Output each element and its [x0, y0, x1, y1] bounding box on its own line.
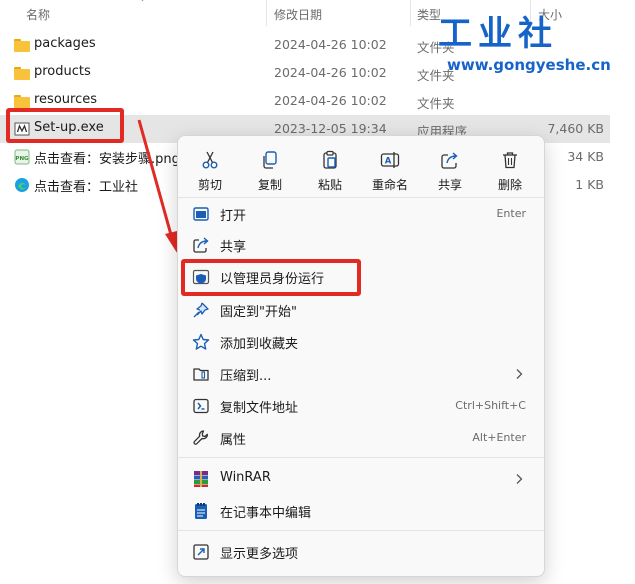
column-divider[interactable]	[410, 0, 411, 26]
menu-item-label: 固定到"开始"	[220, 305, 297, 320]
menu-item-shortcut: Alt+Enter	[472, 431, 526, 444]
rename-label: 重命名	[371, 178, 408, 192]
file-name: resources	[34, 92, 98, 107]
file-date: 2023-12-05 19:34	[274, 121, 387, 136]
copy-label: 复制	[257, 178, 282, 192]
svg-text:PNG: PNG	[15, 156, 29, 162]
menu-item-shortcut: Enter	[496, 207, 526, 220]
menu-item-label: 在记事本中编辑	[220, 506, 312, 521]
menu-item-label: 共享	[220, 240, 247, 255]
cut-label: 剪切	[197, 178, 222, 192]
cut-button[interactable]: 剪切	[186, 146, 234, 198]
folder-icon	[14, 37, 30, 53]
share-icon	[441, 152, 458, 169]
svg-text:A: A	[385, 157, 392, 167]
menu-divider	[178, 457, 544, 458]
menu-item-copy-path[interactable]: 复制文件地址 Ctrl+Shift+C	[182, 390, 540, 422]
highlight-box-setup	[6, 108, 124, 143]
menu-item-edit-notepad[interactable]: 在记事本中编辑	[182, 495, 540, 527]
zip-folder-icon	[193, 368, 209, 381]
chevron-right-icon	[516, 474, 523, 484]
file-name: 点击查看：工业社	[34, 180, 139, 195]
menu-item-label: 添加到收藏夹	[220, 337, 299, 352]
file-size: 34 KB	[567, 149, 604, 164]
trash-icon	[503, 152, 517, 169]
watermark-url: www.gongyeshe.cn	[447, 56, 611, 74]
copy-icon	[263, 151, 277, 169]
menu-item-label: 属性	[220, 433, 247, 448]
column-date-header[interactable]: 修改日期	[274, 6, 322, 23]
file-date: 2024-04-26 10:02	[274, 37, 387, 52]
file-name: packages	[34, 36, 96, 51]
more-options-icon	[193, 544, 209, 560]
menu-item-share[interactable]: 共享	[182, 229, 540, 261]
pin-icon	[193, 302, 209, 318]
menu-item-label: 打开	[220, 209, 247, 224]
menu-item-show-more-options[interactable]: 显示更多选项	[182, 536, 540, 568]
delete-label: 删除	[497, 178, 522, 192]
notepad-icon	[195, 503, 207, 519]
file-size: 1 KB	[575, 177, 604, 192]
folder-icon	[14, 93, 30, 109]
paste-icon	[323, 150, 337, 169]
open-window-icon	[193, 207, 209, 221]
menu-item-winrar[interactable]: WinRAR	[182, 463, 540, 495]
menu-divider	[178, 530, 544, 531]
menu-item-compress-to[interactable]: 压缩到...	[182, 358, 540, 390]
share-label: 共享	[437, 178, 462, 192]
menu-item-open[interactable]: 打开 Enter	[182, 198, 540, 230]
file-date: 2024-04-26 10:02	[274, 93, 387, 108]
edge-url-icon	[14, 177, 30, 193]
menu-item-add-favorites[interactable]: 添加到收藏夹	[182, 326, 540, 358]
menu-item-label: 复制文件地址	[220, 401, 299, 416]
rename-icon: A	[380, 152, 400, 168]
paste-label: 粘贴	[317, 178, 342, 192]
delete-button[interactable]: 删除	[486, 146, 534, 198]
column-name-header[interactable]: 名称	[26, 6, 50, 23]
file-type: 文件夹	[417, 96, 455, 111]
paste-button[interactable]: 粘贴	[306, 146, 354, 198]
copy-path-icon	[193, 398, 209, 414]
share-icon	[193, 237, 209, 253]
file-date: 2024-04-26 10:02	[274, 65, 387, 80]
menu-item-shortcut: Ctrl+Shift+C	[455, 399, 526, 412]
column-divider[interactable]	[266, 0, 267, 26]
file-name: products	[34, 64, 91, 79]
highlight-box-run-as-admin	[181, 259, 361, 296]
folder-icon	[14, 65, 30, 81]
file-size: 7,460 KB	[547, 121, 604, 136]
menu-item-label: WinRAR	[220, 470, 271, 485]
context-menu: 剪切 复制 粘贴 A 重命名 共享 删除 打开 Enter 共享 以管理员身份运…	[177, 135, 545, 577]
rename-button[interactable]: A 重命名	[366, 146, 414, 198]
wrench-icon	[193, 430, 208, 445]
copy-button[interactable]: 复制	[246, 146, 294, 198]
menu-item-label: 显示更多选项	[220, 547, 299, 562]
menu-item-properties[interactable]: 属性 Alt+Enter	[182, 422, 540, 454]
chevron-right-icon	[516, 369, 523, 379]
png-file-icon: PNG	[14, 149, 30, 165]
sort-chevron-icon	[141, 0, 144, 2]
share-button[interactable]: 共享	[426, 146, 474, 198]
winrar-icon	[194, 471, 208, 487]
menu-item-label: 压缩到...	[220, 369, 272, 384]
star-icon	[192, 333, 210, 350]
watermark-title: 工业社	[438, 14, 558, 54]
scissors-icon	[202, 151, 218, 169]
menu-item-pin-to-start[interactable]: 固定到"开始"	[182, 294, 540, 326]
